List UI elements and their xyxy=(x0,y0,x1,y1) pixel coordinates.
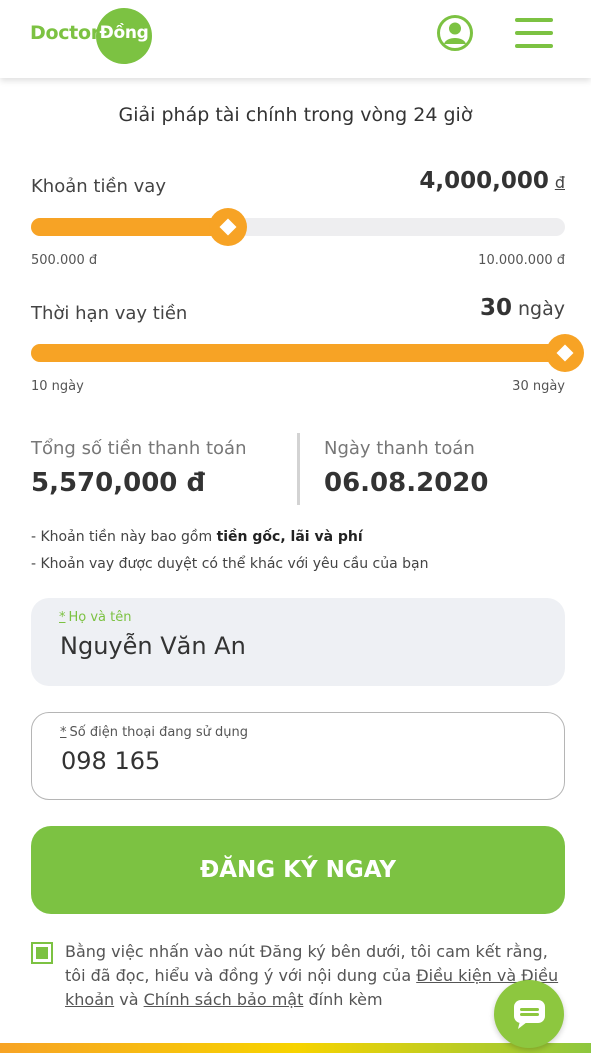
consent-text-middle: và xyxy=(114,990,144,1009)
phone-field-label: * Số điện thoại đang sử dụng xyxy=(60,725,248,740)
phone-field-label-text: Số điện thoại đang sử dụng xyxy=(69,725,249,740)
loan-amount-max: 10.000.000 đ xyxy=(478,253,565,268)
consent-text: Bằng việc nhấn vào nút Đăng ký bên dưới,… xyxy=(65,940,560,1012)
note-approval: - Khoản vay được duyệt có thể khác với y… xyxy=(31,556,429,572)
loan-term-slider-fill xyxy=(31,344,565,362)
logo[interactable]: Doctor Đồng xyxy=(30,8,160,64)
consent-checkbox[interactable] xyxy=(31,942,53,964)
loan-term-value: 30 ngày xyxy=(480,295,565,321)
loan-term-label: Thời hạn vay tiền xyxy=(31,303,188,324)
note-includes: - Khoản tiền này bao gồm tiền gốc, lãi v… xyxy=(31,529,363,545)
loan-amount-slider[interactable] xyxy=(31,208,565,246)
privacy-policy-link[interactable]: Chính sách bảo mật xyxy=(144,990,304,1009)
name-field-value[interactable]: Nguyễn Văn An xyxy=(60,632,246,660)
loan-term-unit: ngày xyxy=(518,298,565,320)
loan-amount-label: Khoản tiền vay xyxy=(31,176,166,197)
loan-amount-unit: đ xyxy=(554,173,565,192)
user-circle-icon[interactable] xyxy=(436,14,474,52)
note-includes-prefix: - Khoản tiền này bao gồm xyxy=(31,529,217,545)
logo-text-doctor: Doctor xyxy=(30,22,100,44)
name-field-label: * Họ và tên xyxy=(59,610,132,625)
loan-amount-number: 4,000,000 xyxy=(419,168,549,194)
total-payment-value: 5,570,000 đ xyxy=(31,468,206,498)
note-includes-bold: tiền gốc, lãi và phí xyxy=(216,529,363,545)
page-tagline: Giải pháp tài chính trong vòng 24 giờ xyxy=(118,104,473,126)
logo-text-dong: Đồng xyxy=(99,23,149,43)
chat-bubble-icon[interactable] xyxy=(494,980,564,1048)
required-star: * xyxy=(59,610,66,625)
logo-circle: Đồng xyxy=(96,8,152,64)
loan-term-slider-handle[interactable] xyxy=(546,334,584,372)
loan-term-max: 30 ngày xyxy=(512,379,565,394)
register-now-button[interactable]: ĐĂNG KÝ NGAY xyxy=(31,826,565,914)
loan-amount-slider-fill xyxy=(31,218,228,236)
loan-amount-slider-handle[interactable] xyxy=(208,208,247,246)
name-field[interactable]: * Họ và tên Nguyễn Văn An xyxy=(31,598,565,686)
loan-term-number: 30 xyxy=(479,295,512,321)
loan-term-min: 10 ngày xyxy=(31,379,84,394)
loan-amount-min: 500.000 đ xyxy=(31,253,98,268)
hamburger-menu-icon[interactable] xyxy=(515,18,555,50)
required-star: * xyxy=(60,725,67,740)
phone-field[interactable]: * Số điện thoại đang sử dụng 098 165 xyxy=(31,712,565,800)
summary-divider xyxy=(297,433,300,505)
payment-date-label: Ngày thanh toán xyxy=(324,438,475,459)
loan-amount-value: 4,000,000 đ xyxy=(419,168,565,194)
phone-field-value[interactable]: 098 165 xyxy=(61,747,160,775)
consent-text-after: đính kèm xyxy=(303,990,383,1009)
header: Doctor Đồng xyxy=(0,0,591,78)
name-field-label-text: Họ và tên xyxy=(68,610,132,625)
loan-term-slider[interactable] xyxy=(31,334,584,372)
payment-date-value: 06.08.2020 xyxy=(324,468,489,498)
total-payment-label: Tổng số tiền thanh toán xyxy=(31,438,247,459)
